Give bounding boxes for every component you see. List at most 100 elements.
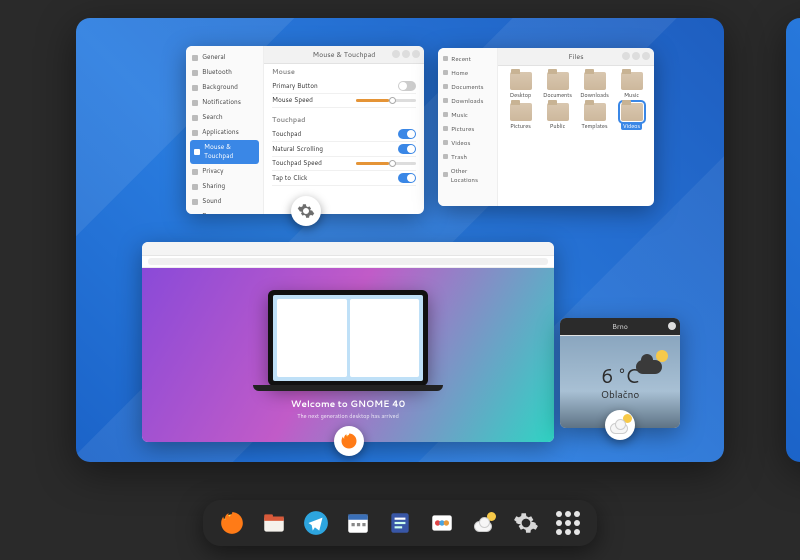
sidebar-item-bluetooth[interactable]: Bluetooth <box>186 65 263 80</box>
picture-icon <box>443 126 448 131</box>
home-icon <box>443 70 448 75</box>
sidebar-item-sound[interactable]: Sound <box>186 194 263 209</box>
welcome-subtitle: The next generation desktop has arrived <box>297 412 399 420</box>
sidebar-item-background[interactable]: Background <box>186 80 263 95</box>
touchpad-speed-label: Touchpad Speed <box>272 159 322 168</box>
files-grid: Desktop Documents Downloads Music Pictur… <box>498 66 654 206</box>
workspace-thumbnail-next[interactable] <box>786 18 800 462</box>
browser-content: Welcome to GNOME 40 The next generation … <box>142 268 554 442</box>
files-icon <box>261 510 287 536</box>
browser-window[interactable]: Welcome to GNOME 40 The next generation … <box>142 242 554 442</box>
browser-urlbar[interactable] <box>142 256 554 268</box>
dock-settings[interactable] <box>511 508 541 538</box>
place-documents[interactable]: Documents <box>438 79 497 93</box>
touchpad-speed-slider[interactable] <box>356 162 416 165</box>
dock-show-applications[interactable] <box>553 508 583 538</box>
place-home[interactable]: Home <box>438 65 497 79</box>
settings-window[interactable]: General Bluetooth Background Notificatio… <box>186 46 424 214</box>
music-icon <box>443 112 448 117</box>
apps-grid-icon <box>556 511 580 535</box>
mouse-speed-slider[interactable] <box>356 99 416 102</box>
folder-item[interactable]: Downloads <box>578 72 611 99</box>
files-titlebar: Files <box>498 48 654 66</box>
plus-icon <box>443 172 448 177</box>
gear-icon <box>297 202 315 220</box>
partly-cloudy-icon <box>636 350 670 374</box>
folder-item[interactable]: Templates <box>578 103 611 130</box>
place-recent[interactable]: Recent <box>438 51 497 65</box>
gear-icon <box>513 510 539 536</box>
place-trash[interactable]: Trash <box>438 149 497 163</box>
weather-city: Brno <box>612 322 628 332</box>
dock-calendar[interactable] <box>343 508 373 538</box>
folder-item[interactable]: Pictures <box>504 103 537 130</box>
folder-icon <box>547 103 569 121</box>
close-button[interactable] <box>642 52 650 60</box>
mouse-speed-label: Mouse Speed <box>272 96 313 105</box>
firefox-icon <box>219 510 245 536</box>
firefox-icon <box>340 432 358 450</box>
tap-click-toggle[interactable] <box>398 173 416 183</box>
software-icon <box>429 510 455 536</box>
maximize-button[interactable] <box>632 52 640 60</box>
natural-scroll-label: Natural Scrolling <box>272 145 323 154</box>
sidebar-item-general[interactable]: General <box>186 50 263 65</box>
lock-icon <box>192 169 198 175</box>
folder-item[interactable]: Documents <box>541 72 574 99</box>
weather-app-badge[interactable] <box>605 410 635 440</box>
primary-button-toggle[interactable] <box>398 81 416 91</box>
grid-icon <box>192 130 198 136</box>
maximize-button[interactable] <box>402 50 410 58</box>
natural-scroll-toggle[interactable] <box>398 144 416 154</box>
browser-tabbar[interactable] <box>142 242 554 256</box>
folder-item[interactable]: Public <box>541 103 574 130</box>
partly-cloudy-icon <box>610 416 630 434</box>
dock-software[interactable] <box>427 508 457 538</box>
weather-titlebar: Brno <box>560 318 680 336</box>
folder-icon <box>584 103 606 121</box>
folder-icon <box>621 72 643 90</box>
folder-item[interactable]: Music <box>615 72 648 99</box>
sidebar-item-applications[interactable]: Applications <box>186 125 263 140</box>
place-downloads[interactable]: Downloads <box>438 93 497 107</box>
workspace-thumbnail[interactable]: General Bluetooth Background Notificatio… <box>76 18 724 462</box>
minimize-button[interactable] <box>392 50 400 58</box>
close-button[interactable] <box>412 50 420 58</box>
folder-icon <box>621 103 643 121</box>
sidebar-item-notifications[interactable]: Notifications <box>186 95 263 110</box>
place-pictures[interactable]: Pictures <box>438 121 497 135</box>
tap-click-label: Tap to Click <box>272 174 307 183</box>
minimize-button[interactable] <box>622 52 630 60</box>
sidebar-item-sharing[interactable]: Sharing <box>186 179 263 194</box>
dock-telegram[interactable] <box>301 508 331 538</box>
sidebar-item-search[interactable]: Search <box>186 110 263 125</box>
trash-icon <box>443 154 448 159</box>
dock-todo[interactable] <box>385 508 415 538</box>
dock-weather[interactable] <box>469 508 499 538</box>
settings-app-badge[interactable] <box>291 196 321 226</box>
files-window[interactable]: Recent Home Documents Downloads Music Pi… <box>438 48 654 206</box>
sidebar-item-power[interactable]: Power <box>186 209 263 214</box>
touchpad-toggle[interactable] <box>398 129 416 139</box>
dock-firefox[interactable] <box>217 508 247 538</box>
close-button[interactable] <box>668 322 676 330</box>
bluetooth-icon <box>192 70 198 76</box>
folder-item-selected[interactable]: Videos <box>615 103 648 130</box>
weather-condition: Oblačno <box>601 388 640 402</box>
sidebar-item-privacy[interactable]: Privacy <box>186 164 263 179</box>
firefox-app-badge[interactable] <box>334 426 364 456</box>
place-other[interactable]: Other Locations <box>438 163 497 186</box>
dock-files[interactable] <box>259 508 289 538</box>
sidebar-item-mouse-touchpad[interactable]: Mouse & Touchpad <box>190 140 259 164</box>
telegram-icon <box>303 510 329 536</box>
place-music[interactable]: Music <box>438 107 497 121</box>
download-icon <box>443 98 448 103</box>
place-videos[interactable]: Videos <box>438 135 497 149</box>
dock <box>203 500 597 546</box>
touchpad-heading: Touchpad <box>272 116 416 125</box>
gear-icon <box>192 55 198 61</box>
welcome-title: Welcome to GNOME 40 <box>291 397 405 410</box>
document-icon <box>443 84 448 89</box>
folder-item[interactable]: Desktop <box>504 72 537 99</box>
address-input[interactable] <box>148 258 548 265</box>
